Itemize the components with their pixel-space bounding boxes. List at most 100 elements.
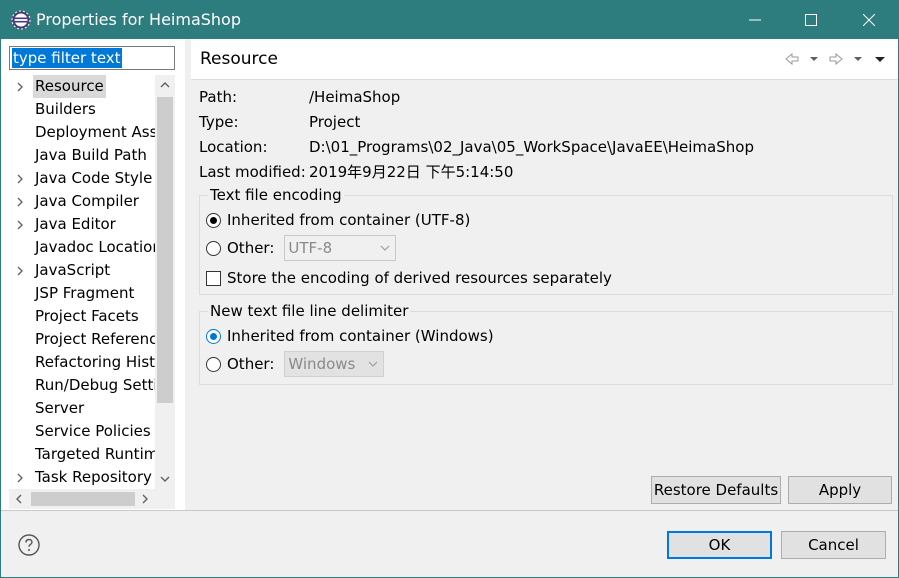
store-encoding-checkbox[interactable] (206, 270, 221, 286)
tree-item[interactable]: Targeted Runtimes (9, 443, 155, 466)
tree-item[interactable]: Java Compiler (9, 190, 155, 213)
encoding-other-value: UTF-8 (288, 239, 333, 257)
title-bar: Properties for HeimaShop (1, 1, 898, 39)
scroll-left-icon[interactable] (12, 492, 26, 506)
tree-item-label: Java Build Path (35, 146, 147, 164)
vertical-scroll-thumb[interactable] (157, 97, 173, 403)
tree-item[interactable]: Javadoc Location (9, 236, 155, 259)
back-arrow-icon (785, 52, 799, 66)
info-key: Last modified: (199, 163, 306, 181)
delimiter-inherited-option[interactable]: Inherited from container (Windows) (206, 324, 494, 348)
navigation-pane: type filter text Resource Builders Deploym… (1, 39, 185, 511)
filter-input[interactable]: type filter text (9, 46, 175, 70)
tree-item[interactable]: Service Policies (9, 420, 155, 443)
info-key: Path: (199, 88, 238, 106)
encoding-other-option[interactable]: Other: UTF-8 (206, 235, 397, 261)
restore-defaults-button[interactable]: Restore Defaults (651, 476, 781, 504)
back-button[interactable] (782, 49, 802, 69)
delimiter-other-value: Windows (288, 355, 356, 373)
page-title: Resource (200, 49, 278, 69)
chevron-down-icon (854, 57, 862, 61)
tree-item[interactable]: Task Repository (9, 466, 155, 489)
tree-item-label: Builders (35, 100, 96, 118)
info-value: D:\01_Programs\02_Java\05_WorkSpace\Java… (309, 138, 754, 156)
tree-item-label: Javadoc Location (35, 238, 155, 256)
page-header: Resource (191, 39, 898, 79)
help-icon[interactable] (17, 533, 41, 557)
tree-horizontal-scrollbar[interactable] (9, 489, 155, 509)
tree-item[interactable]: Deployment Assembly (9, 121, 155, 144)
tree-item[interactable]: Server (9, 397, 155, 420)
delimiter-inherited-radio[interactable] (206, 328, 221, 344)
tree-item-label: Run/Debug Settings (35, 376, 155, 394)
expand-chevron-icon[interactable] (15, 220, 25, 230)
tree-item-label: Targeted Runtimes (35, 445, 155, 463)
encoding-other-label: Other: (227, 239, 275, 257)
tree-item[interactable]: JavaScript (9, 259, 155, 282)
tree-item-label: Resource (33, 75, 106, 98)
expand-chevron-icon[interactable] (15, 266, 25, 276)
view-menu-button[interactable] (870, 49, 890, 69)
expand-chevron-icon[interactable] (15, 473, 25, 483)
maximize-icon (805, 14, 817, 26)
footer-separator (1, 510, 898, 511)
tree-item-label: Project References (35, 330, 155, 348)
tree-item-label: Task Repository (35, 468, 152, 486)
minimize-button[interactable] (727, 1, 783, 39)
tree-item[interactable]: Builders (9, 98, 155, 121)
tree-item-label: Java Code Style (35, 169, 153, 187)
scroll-up-icon[interactable] (158, 78, 172, 92)
delimiter-other-radio[interactable] (206, 356, 221, 372)
tree-item[interactable]: Project Facets (9, 305, 155, 328)
tree-item[interactable]: JSP Fragment (9, 282, 155, 305)
expand-chevron-icon[interactable] (15, 174, 25, 184)
store-encoding-label: Store the encoding of derived resources … (227, 269, 612, 287)
tree-vertical-scrollbar[interactable] (155, 75, 175, 489)
forward-arrow-icon (829, 52, 843, 66)
expand-chevron-icon[interactable] (15, 197, 25, 207)
tree-item[interactable]: Project References (9, 328, 155, 351)
chevron-down-icon (380, 245, 390, 251)
tree-item-label: Server (35, 399, 85, 417)
property-page-tree: Resource Builders Deployment Assembly Java … (9, 75, 155, 489)
filter-input-text: type filter text (12, 48, 122, 68)
scroll-down-icon[interactable] (158, 472, 172, 486)
expand-chevron-icon[interactable] (15, 82, 25, 92)
tree-item-label: Java Editor (35, 215, 116, 233)
scrollbar-corner (155, 489, 175, 509)
maximize-button[interactable] (783, 1, 839, 39)
tree-item-label: Java Compiler (35, 192, 139, 210)
property-page: Resource Path:/HeimaShop Type: Project L… (191, 39, 898, 511)
info-value: /HeimaShop (309, 88, 401, 106)
encoding-inherited-radio[interactable] (206, 212, 221, 228)
forward-button[interactable] (826, 49, 846, 69)
horizontal-scroll-thumb[interactable] (31, 492, 135, 506)
close-button[interactable] (841, 1, 897, 39)
delimiter-other-select[interactable]: Windows (284, 351, 385, 377)
view-menu-icon (875, 57, 885, 62)
chevron-down-icon (368, 361, 378, 367)
tree-item[interactable]: Refactoring History (9, 351, 155, 374)
encoding-other-select[interactable]: UTF-8 (284, 235, 397, 261)
apply-button[interactable]: Apply (788, 476, 892, 504)
header-separator (191, 79, 898, 80)
encoding-inherited-option[interactable]: Inherited from container (UTF-8) (206, 208, 470, 232)
scroll-right-icon[interactable] (138, 492, 152, 506)
line-delimiter-group: New text file line delimiter Inherited f… (199, 301, 893, 385)
tree-item[interactable]: Java Build Path (9, 144, 155, 167)
cancel-button[interactable]: Cancel (781, 531, 886, 559)
tree-item[interactable]: Resource (9, 75, 155, 98)
text-file-encoding-group: Text file encoding Inherited from contai… (199, 185, 893, 295)
tree-item[interactable]: Java Editor (9, 213, 155, 236)
encoding-other-radio[interactable] (206, 240, 221, 256)
info-key: Type: (199, 113, 239, 131)
window-title: Properties for HeimaShop (36, 10, 241, 29)
properties-dialog: Properties for HeimaShop type filter tex… (0, 0, 899, 578)
delimiter-other-option[interactable]: Other: Windows (206, 351, 385, 377)
tree-item[interactable]: Java Code Style (9, 167, 155, 190)
ok-button[interactable]: OK (667, 531, 772, 559)
forward-dropdown[interactable] (848, 49, 868, 69)
tree-item[interactable]: Run/Debug Settings (9, 374, 155, 397)
store-encoding-option[interactable]: Store the encoding of derived resources … (206, 266, 612, 290)
back-dropdown[interactable] (804, 49, 824, 69)
